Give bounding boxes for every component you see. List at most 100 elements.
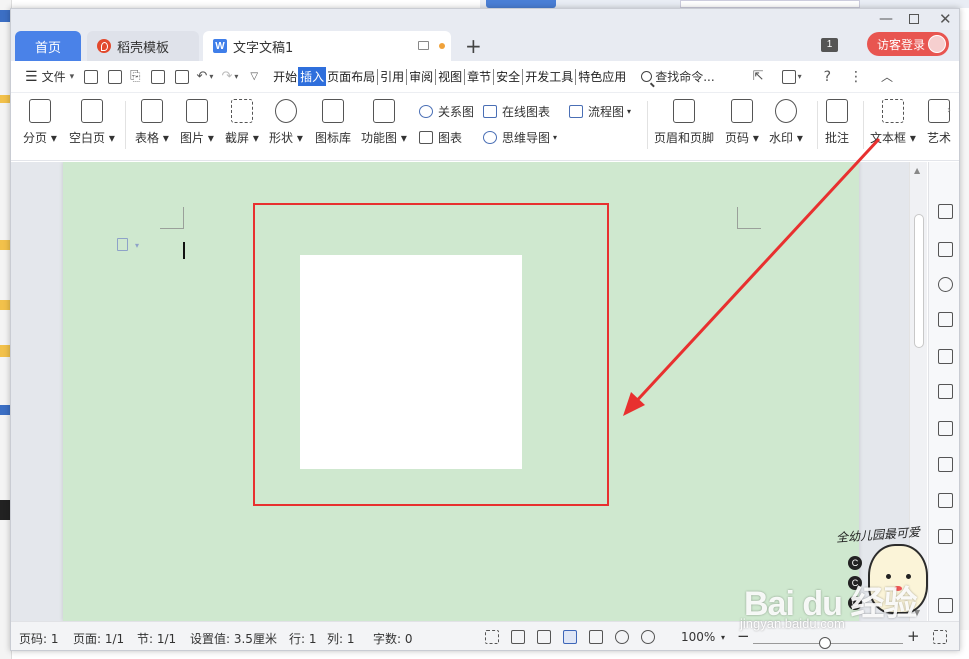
guest-login-button[interactable]: 访客登录 (867, 32, 949, 56)
scroll-down-icon[interactable]: ▼ (914, 608, 920, 617)
blank-page-button[interactable]: 空白页 ▾ (69, 99, 115, 146)
status-row[interactable]: 行: 1 (289, 630, 317, 647)
pointer-icon[interactable] (938, 242, 953, 257)
eye-protection-icon[interactable] (641, 630, 655, 644)
ribbon-scroll-right-icon[interactable]: › (947, 105, 951, 116)
menu-tab-chapter[interactable]: 章节 (466, 68, 492, 85)
textbox-button[interactable]: 文本框 ▾ (870, 99, 916, 146)
menu-tab-features[interactable]: 特色应用 (577, 68, 627, 85)
new-tab-plus-icon[interactable]: + (465, 34, 482, 58)
status-section[interactable]: 节: 1/1 (137, 630, 176, 647)
scroll-up-icon[interactable]: ▲ (914, 166, 920, 175)
menu-tab-start[interactable]: 开始 (272, 68, 298, 85)
online-chart-button[interactable]: 在线图表 (483, 103, 550, 120)
close-icon[interactable]: ✕ (939, 10, 952, 28)
table-grid-icon[interactable] (938, 349, 953, 364)
page-number-button[interactable]: 页码 ▾ (725, 99, 759, 146)
minimize-icon[interactable]: — (879, 11, 893, 27)
tab-home[interactable]: 首页 (15, 31, 81, 61)
menu-separator (406, 68, 408, 85)
redo-dropdown-icon[interactable]: ▾ (234, 72, 238, 81)
tab-template[interactable]: 稻壳模板 (87, 31, 199, 61)
more-icon[interactable]: ⋮ (849, 69, 863, 85)
comment-button[interactable]: 批注 (825, 99, 849, 146)
shape-icon (274, 99, 297, 123)
chevron-down-icon[interactable]: ▾ (135, 241, 139, 250)
share-icon[interactable]: ⇱ (753, 69, 764, 84)
write-mode-icon[interactable] (537, 630, 551, 644)
function-chart-button[interactable]: 功能图 ▾ (361, 99, 407, 146)
quick-access-dropdown-icon[interactable]: ▽ (250, 71, 258, 82)
menu-tab-insert[interactable]: 插入 (298, 67, 327, 86)
zoom-level[interactable]: 100% (681, 630, 715, 644)
fullscreen-icon[interactable] (485, 630, 499, 644)
white-rectangle-shape[interactable] (300, 255, 522, 469)
maximize-icon[interactable] (909, 14, 919, 24)
flowchart-button[interactable]: 流程图 ▾ (569, 103, 631, 120)
picture-panel-icon[interactable] (938, 598, 953, 613)
command-search[interactable]: 查找命令... (641, 68, 715, 85)
chart-button[interactable]: 图表 (419, 129, 462, 146)
zoom-out-button[interactable]: − (737, 627, 750, 645)
format-painter-icon[interactable]: ⎘ (130, 69, 140, 84)
menu-tab-layout[interactable]: 页面布局 (326, 68, 376, 85)
document-area[interactable]: ▾ (11, 162, 909, 621)
redo-icon[interactable]: ↷ (221, 69, 232, 84)
zoom-dropdown-icon[interactable]: ▾ (721, 633, 725, 642)
status-setting[interactable]: 设置值: 3.5厘米 (190, 630, 277, 647)
window-count-badge[interactable]: 1 (821, 38, 838, 52)
header-footer-button[interactable]: 页眉和页脚 (654, 99, 714, 146)
tab-document[interactable]: W 文字文稿1 (203, 31, 451, 61)
undo-dropdown-icon[interactable]: ▾ (209, 72, 213, 81)
help-icon[interactable]: ? (824, 69, 831, 85)
menu-tab-security[interactable]: 安全 (495, 68, 521, 85)
status-word-count[interactable]: 字数: 0 (373, 630, 413, 647)
menu-tab-reference[interactable]: 引用 (379, 68, 405, 85)
print-preview-icon[interactable] (174, 69, 189, 84)
pen-icon[interactable] (938, 204, 953, 219)
table-button[interactable]: 表格 ▾ (135, 99, 169, 146)
watermark-button[interactable]: 水印 ▾ (769, 99, 803, 146)
menu-tab-view[interactable]: 视图 (437, 68, 463, 85)
chart-icon[interactable] (938, 421, 953, 436)
paragraph-layout-icon[interactable] (117, 238, 128, 251)
status-page-number[interactable]: 页码: 1 (19, 630, 59, 647)
monitor-icon[interactable] (418, 41, 429, 50)
shapes-icon[interactable] (938, 277, 953, 292)
page-break-button[interactable]: 分页 ▾ (23, 99, 57, 146)
open-folder-icon[interactable] (84, 69, 99, 84)
screenshot-button[interactable]: 截屏 ▾ (225, 99, 259, 146)
settings-sliders-icon[interactable] (938, 457, 953, 472)
menu-tab-developer[interactable]: 开发工具 (524, 68, 574, 85)
print-icon[interactable] (150, 69, 165, 84)
save-icon[interactable] (108, 69, 123, 84)
shape-button[interactable]: 形状 ▾ (269, 99, 303, 146)
outline-view-icon[interactable] (589, 630, 603, 644)
zoom-slider-knob[interactable] (819, 637, 831, 649)
page-view-icon[interactable] (563, 630, 577, 644)
picture-button[interactable]: 图片 ▾ (180, 99, 214, 146)
image-icon[interactable] (938, 493, 953, 508)
style-icon[interactable] (938, 312, 953, 327)
fit-window-icon[interactable] (933, 630, 947, 644)
icon-library-button[interactable]: 图标库 (315, 99, 351, 146)
undo-icon[interactable]: ↶ (197, 69, 208, 84)
mindmap-button[interactable]: 思维导图 ▾ (483, 129, 557, 146)
web-view-icon[interactable] (615, 630, 629, 644)
menu-tab-review[interactable]: 审阅 (408, 68, 434, 85)
read-mode-icon[interactable] (511, 630, 525, 644)
scrollbar-thumb[interactable] (914, 214, 924, 348)
collapse-ribbon-icon[interactable]: ︿ (881, 68, 893, 85)
sync-icon[interactable] (781, 69, 796, 84)
sync-dropdown-icon[interactable]: ▾ (798, 72, 802, 81)
tools-icon[interactable] (938, 529, 953, 544)
header-footer-icon (673, 99, 695, 123)
document-page[interactable]: ▾ (63, 162, 859, 621)
file-menu[interactable]: ☰ 文件 ▾ (25, 68, 74, 85)
apps-grid-icon[interactable] (938, 384, 953, 399)
zoom-in-button[interactable]: + (907, 627, 920, 645)
status-pages[interactable]: 页面: 1/1 (73, 630, 124, 647)
status-column[interactable]: 列: 1 (327, 630, 355, 647)
relation-chart-button[interactable]: 关系图 (419, 103, 474, 120)
vertical-scrollbar[interactable]: ▲ ▼ (909, 162, 927, 621)
